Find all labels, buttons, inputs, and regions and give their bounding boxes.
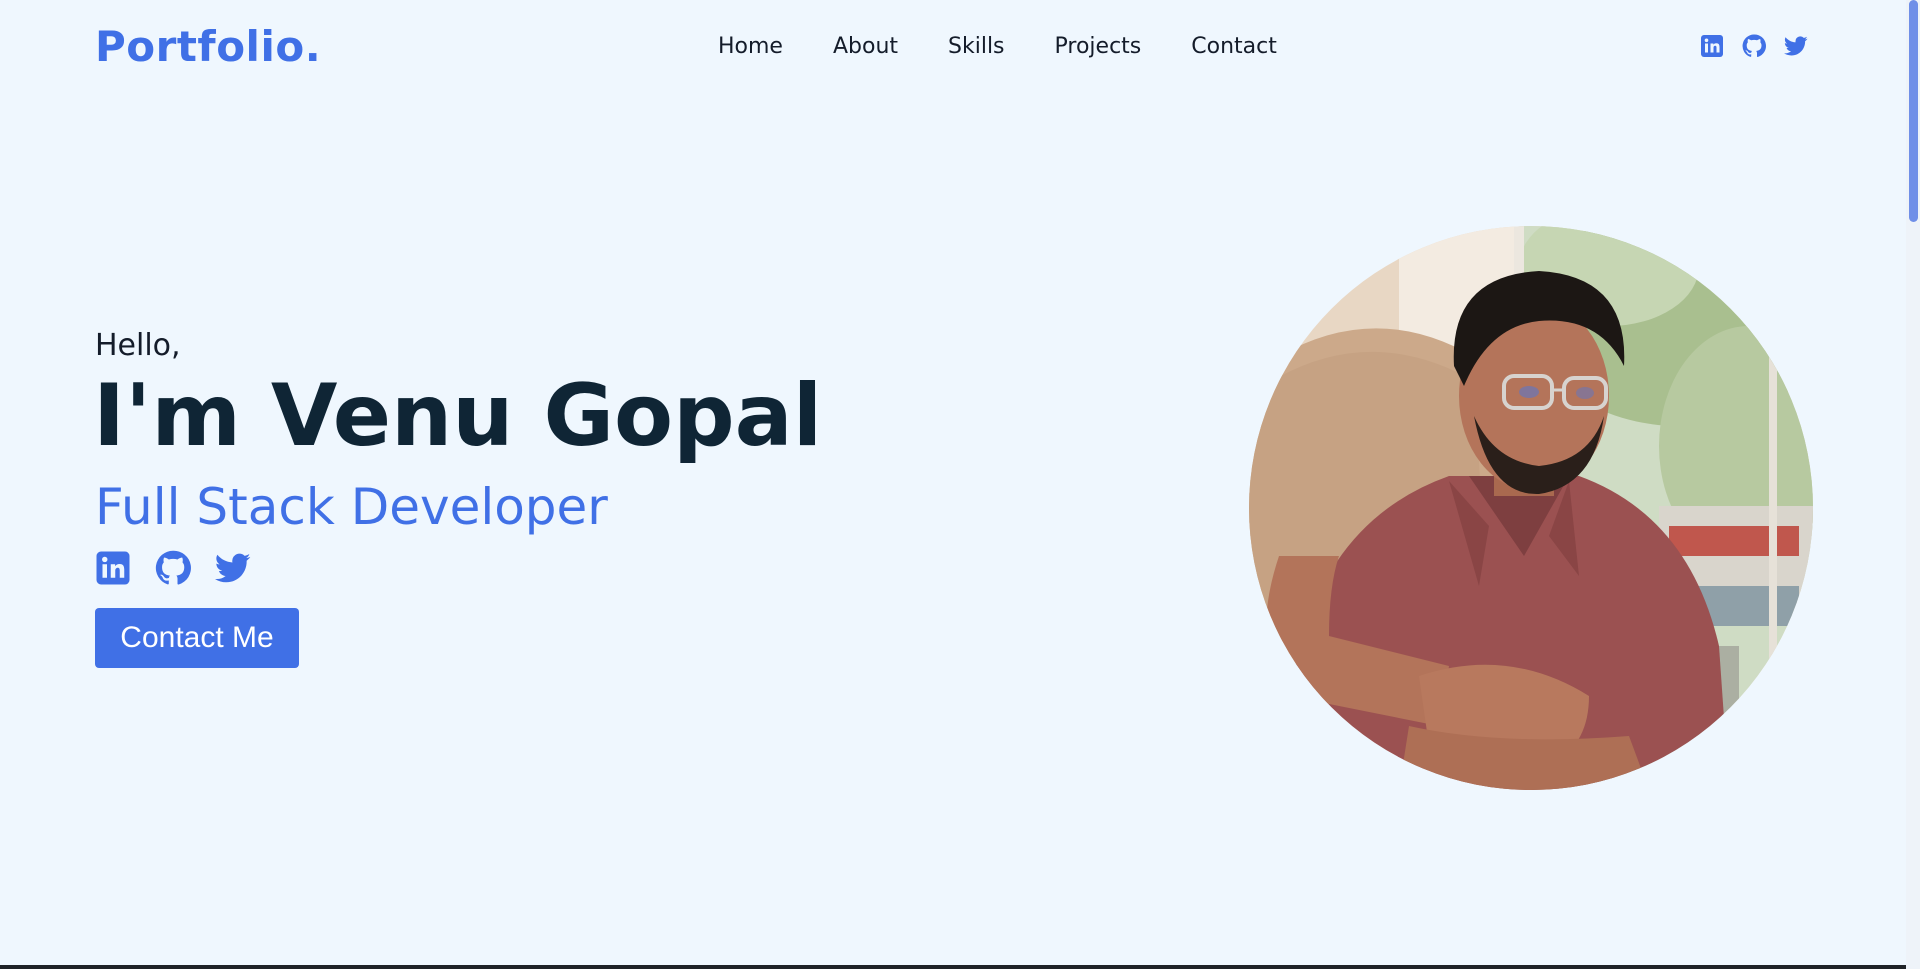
nav-skills[interactable]: Skills: [948, 34, 1005, 59]
github-icon[interactable]: [155, 550, 191, 586]
hero-social-links: [95, 550, 251, 586]
nav-about[interactable]: About: [833, 34, 898, 59]
hero-role: Full Stack Developer: [95, 478, 608, 536]
hero-name: I'm Venu Gopal: [93, 366, 823, 466]
linkedin-icon[interactable]: [1700, 34, 1724, 58]
scrollbar[interactable]: [1906, 0, 1920, 969]
greeting: Hello,: [95, 328, 181, 363]
twitter-icon[interactable]: [215, 550, 251, 586]
nav-contact[interactable]: Contact: [1191, 34, 1277, 59]
header-social-links: [1700, 34, 1808, 58]
logo[interactable]: Portfolio.: [95, 22, 321, 71]
nav-projects[interactable]: Projects: [1055, 34, 1142, 59]
scrollbar-thumb[interactable]: [1909, 0, 1918, 222]
page: Portfolio. Home About Skills Projects Co…: [0, 0, 1920, 969]
page-divider: [0, 965, 1906, 969]
nav-home[interactable]: Home: [718, 34, 783, 59]
site-header: Portfolio. Home About Skills Projects Co…: [0, 0, 1906, 98]
twitter-icon[interactable]: [1784, 34, 1808, 58]
contact-me-button[interactable]: Contact Me: [95, 608, 299, 668]
github-icon[interactable]: [1742, 34, 1766, 58]
linkedin-icon[interactable]: [95, 550, 131, 586]
main-nav: Home About Skills Projects Contact: [718, 34, 1277, 59]
profile-photo: [1249, 226, 1813, 790]
